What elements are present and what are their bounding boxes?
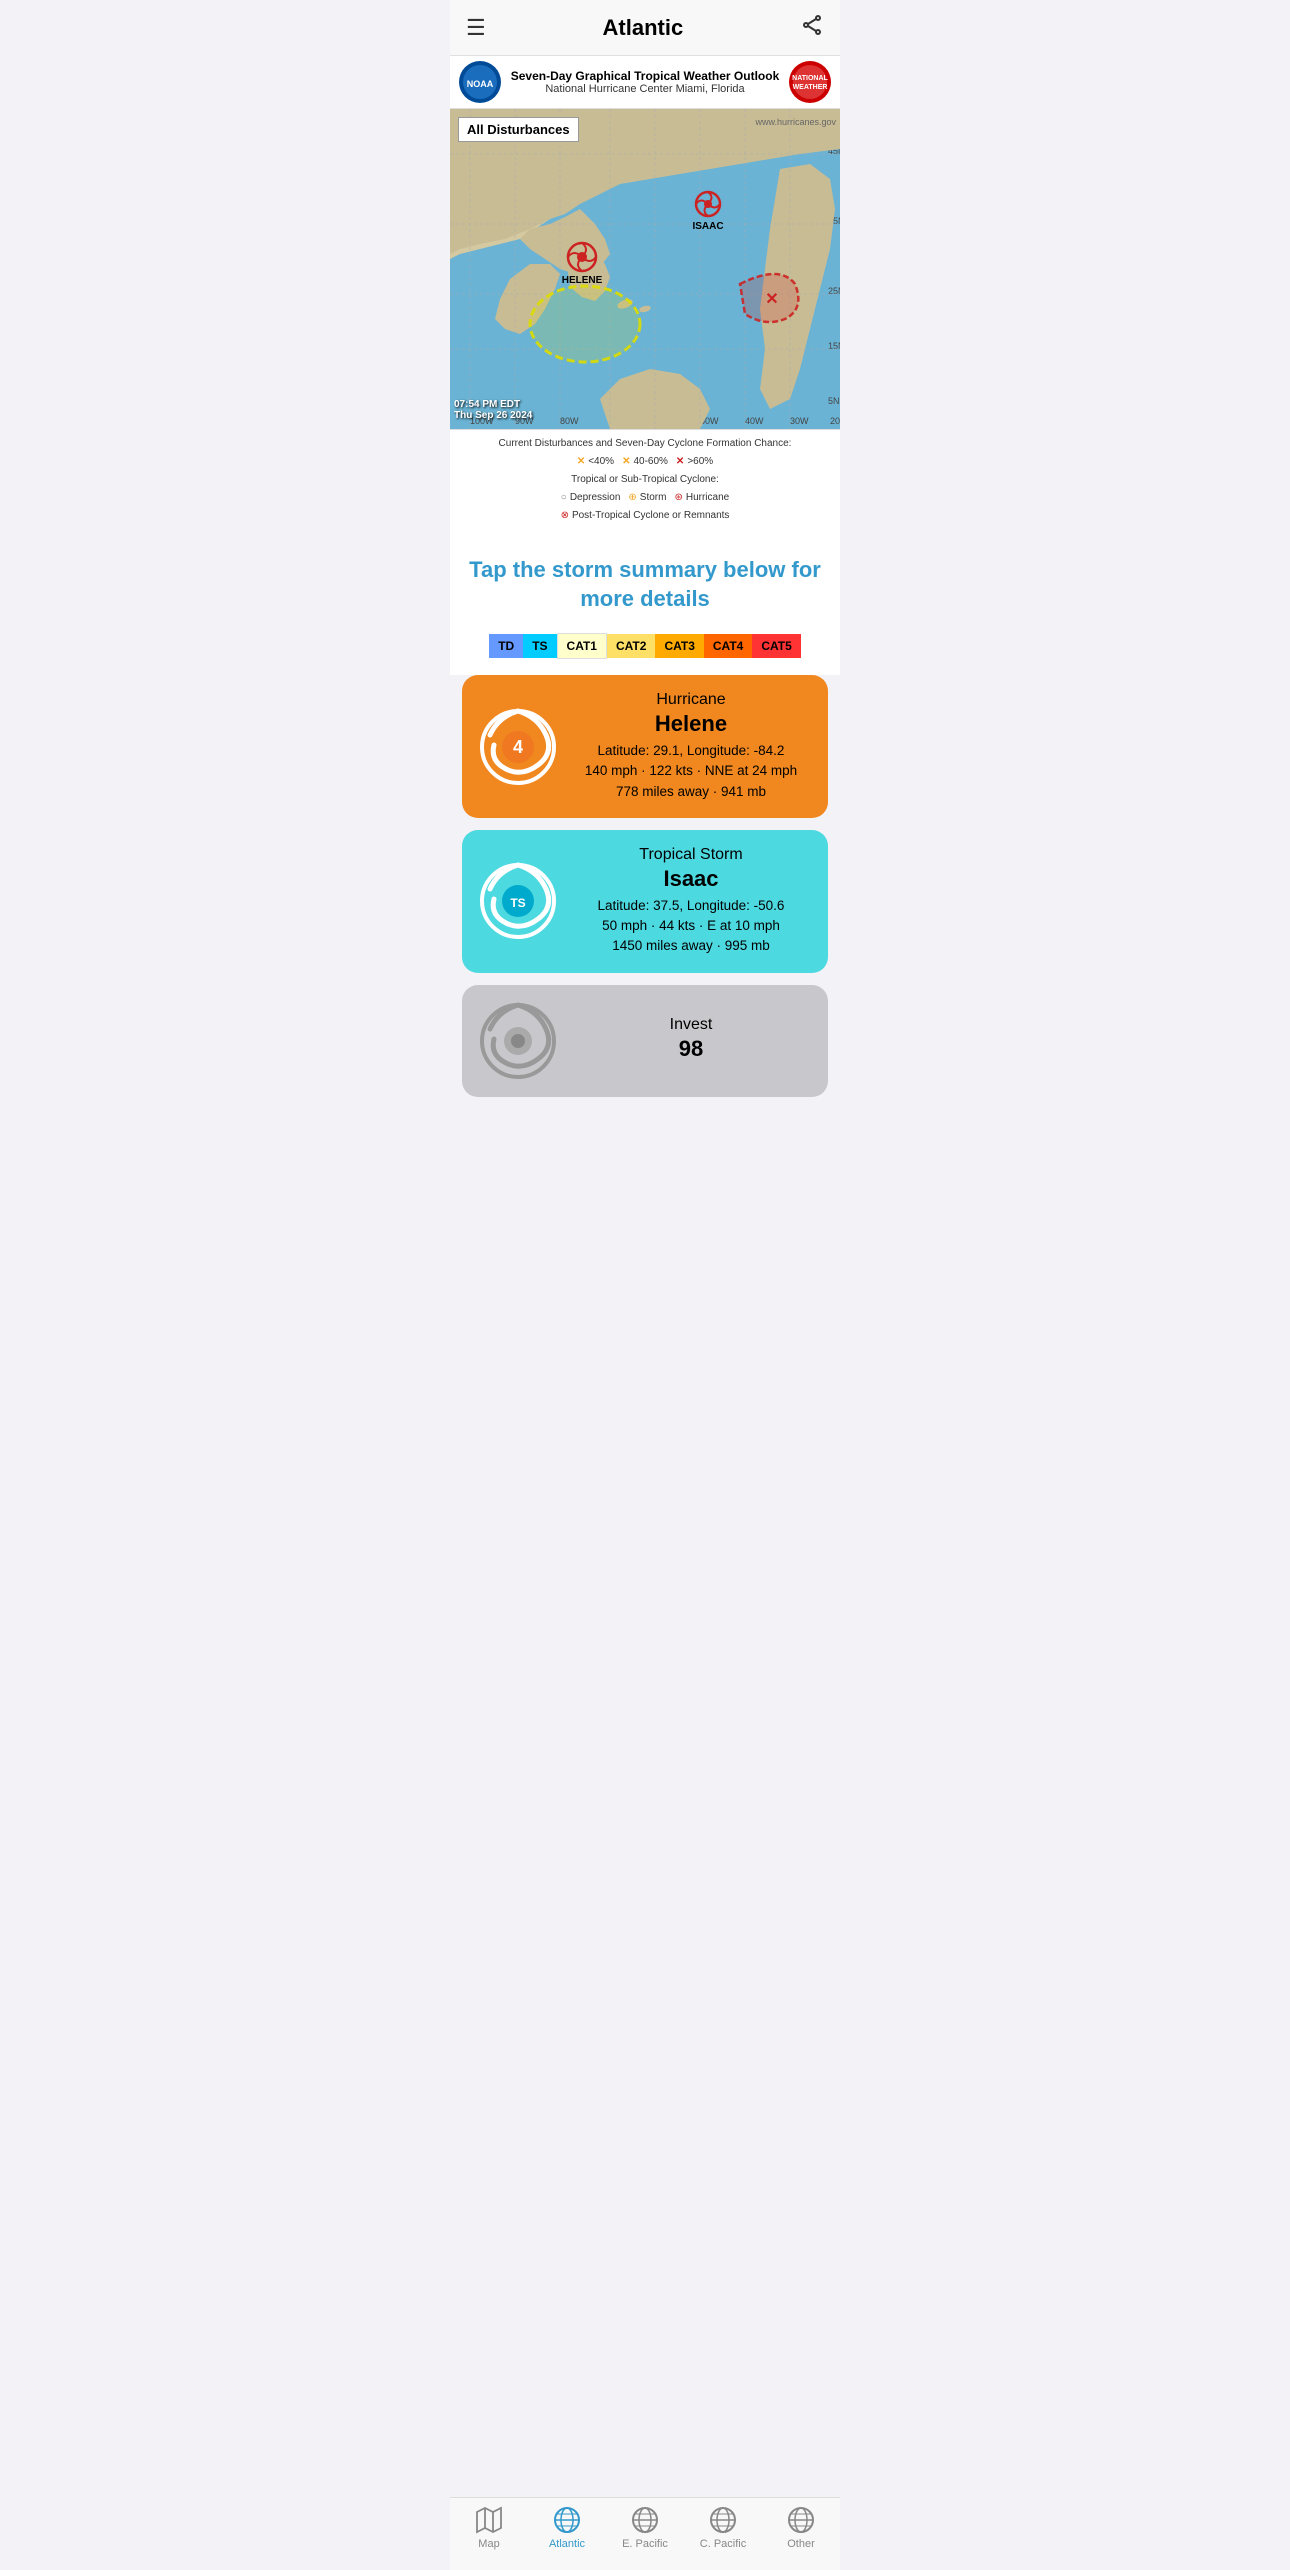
svg-text:20W: 20W: [830, 416, 840, 426]
cat-td: TD: [489, 634, 523, 658]
invest98-name: 98: [570, 1036, 812, 1062]
tap-instruction-text: Tap the storm summary below for more det…: [466, 556, 824, 613]
storm-cards: 4 Hurricane Helene Latitude: 29.1, Longi…: [450, 675, 840, 1109]
map-subtitle: National Hurricane Center Miami, Florida: [502, 83, 788, 95]
svg-text:TS: TS: [510, 896, 525, 910]
svg-text:80W: 80W: [560, 416, 579, 426]
nav-item-epacific[interactable]: E. Pacific: [615, 2506, 675, 2550]
invest98-type: Invest: [570, 1016, 812, 1034]
invest98-card[interactable]: Invest 98: [462, 985, 828, 1097]
svg-text:15N: 15N: [828, 341, 840, 351]
atlantic-globe-icon: [553, 2506, 581, 2534]
svg-text:40W: 40W: [745, 416, 764, 426]
svg-text:5N: 5N: [828, 396, 840, 406]
helene-type: Hurricane: [570, 691, 812, 709]
cat-3: CAT3: [655, 634, 703, 658]
map-title: Seven-Day Graphical Tropical Weather Out…: [502, 69, 788, 83]
menu-icon[interactable]: ☰: [466, 15, 486, 41]
category-bar: TD TS CAT1 CAT2 CAT3 CAT4 CAT5: [450, 633, 840, 675]
svg-text:4: 4: [513, 737, 523, 757]
cat-1: CAT1: [557, 633, 607, 659]
page-title: Atlantic: [603, 15, 684, 41]
map-legend: Current Disturbances and Seven-Day Cyclo…: [450, 429, 840, 532]
helene-card[interactable]: 4 Hurricane Helene Latitude: 29.1, Longi…: [462, 675, 828, 818]
nav-label-cpacific: C. Pacific: [700, 2538, 746, 2550]
nav-label-other: Other: [787, 2538, 815, 2550]
invest98-info: Invest 98: [570, 1016, 812, 1066]
cat-4: CAT4: [704, 634, 752, 658]
app-header: ☰ Atlantic: [450, 0, 840, 56]
nav-label-atlantic: Atlantic: [549, 2538, 585, 2550]
cat-5: CAT5: [752, 634, 800, 658]
svg-text:NOAA: NOAA: [467, 79, 494, 89]
all-disturbances-badge[interactable]: All Disturbances: [458, 117, 579, 142]
map-section: NOAA Seven-Day Graphical Tropical Weathe…: [450, 56, 840, 532]
tap-instruction-section: Tap the storm summary below for more det…: [450, 532, 840, 633]
svg-text:25N: 25N: [828, 286, 840, 296]
isaac-name: Isaac: [570, 866, 812, 892]
nav-item-cpacific[interactable]: C. Pacific: [693, 2506, 753, 2550]
bottom-nav: Map Atlantic E. Pacific C.: [450, 2497, 840, 2570]
isaac-icon: TS: [478, 861, 558, 941]
helene-details: Latitude: 29.1, Longitude: -84.2 140 mph…: [570, 741, 812, 802]
svg-text:WEATHER: WEATHER: [793, 84, 828, 91]
cat-2: CAT2: [607, 634, 655, 658]
svg-text:HELENE: HELENE: [562, 275, 603, 286]
map-watermark: www.hurricanes.gov: [755, 117, 836, 127]
nav-item-other[interactable]: Other: [771, 2506, 831, 2550]
cpacific-globe-icon: [709, 2506, 737, 2534]
nws-logo: NATIONAL WEATHER: [788, 60, 832, 104]
isaac-info: Tropical Storm Isaac Latitude: 37.5, Lon…: [570, 846, 812, 957]
helene-name: Helene: [570, 711, 812, 737]
nav-label-map: Map: [478, 2538, 499, 2550]
other-globe-icon: [787, 2506, 815, 2534]
invest98-icon: [478, 1001, 558, 1081]
noaa-logo: NOAA: [458, 60, 502, 104]
cat-ts: TS: [523, 634, 556, 658]
svg-text:ISAAC: ISAAC: [692, 221, 723, 232]
share-icon[interactable]: [800, 13, 824, 43]
helene-info: Hurricane Helene Latitude: 29.1, Longitu…: [570, 691, 812, 802]
svg-text:NATIONAL: NATIONAL: [792, 75, 828, 82]
isaac-type: Tropical Storm: [570, 846, 812, 864]
svg-text:30W: 30W: [790, 416, 809, 426]
map-icon: [475, 2506, 503, 2534]
map-timestamp: 07:54 PM EDT Thu Sep 26 2024: [454, 399, 532, 421]
isaac-details: Latitude: 37.5, Longitude: -50.6 50 mph …: [570, 896, 812, 957]
nav-label-epacific: E. Pacific: [622, 2538, 668, 2550]
isaac-card[interactable]: TS Tropical Storm Isaac Latitude: 37.5, …: [462, 830, 828, 973]
map-image[interactable]: All Disturbances www.hurricanes.gov 45N …: [450, 109, 840, 429]
svg-text:✕: ✕: [765, 291, 778, 308]
map-svg: 45N 35N 25N 15N 5N 100W 90W 80W 70W 60W …: [450, 109, 840, 429]
helene-icon: 4: [478, 707, 558, 787]
nav-item-map[interactable]: Map: [459, 2506, 519, 2550]
nav-item-atlantic[interactable]: Atlantic: [537, 2506, 597, 2550]
epacific-globe-icon: [631, 2506, 659, 2534]
